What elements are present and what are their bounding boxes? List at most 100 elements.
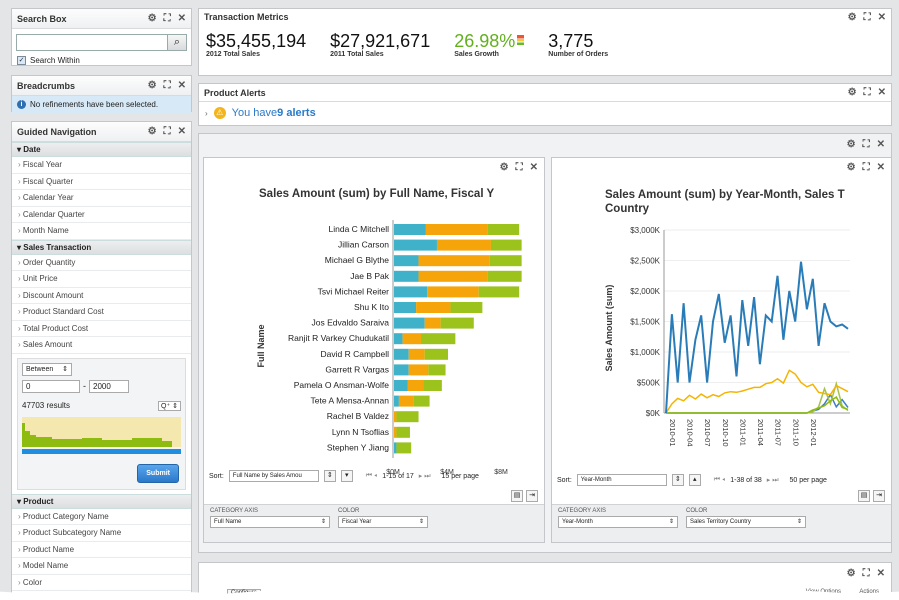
close-icon[interactable]: ✕: [178, 80, 186, 91]
range-from-input[interactable]: 0: [22, 379, 80, 393]
gear-icon[interactable]: ⚙: [148, 126, 157, 137]
alerts-row[interactable]: › ⚠ You have 9 alerts: [199, 102, 891, 124]
print-icon[interactable]: ▤: [511, 490, 523, 502]
alerts-count-link[interactable]: 9 alerts: [277, 107, 316, 119]
expand-icon[interactable]: ⛶: [863, 139, 870, 150]
metric-value: 3,775: [548, 31, 594, 51]
nav-item-product-name[interactable]: Product Name: [12, 542, 191, 558]
nav-item-fiscal-quarter[interactable]: Fiscal Quarter: [12, 174, 191, 190]
expand-icon[interactable]: ⛶: [863, 162, 870, 173]
expand-icon[interactable]: ⛶: [864, 87, 871, 98]
pager-next-icon[interactable]: ▸ ⏭: [767, 476, 779, 485]
gear-icon[interactable]: ⚙: [148, 13, 157, 24]
gear-icon[interactable]: ⚙: [848, 87, 857, 98]
pager-prev-icon[interactable]: ⏮ ◂: [714, 476, 725, 484]
guided-header: Guided Navigation ⚙ ⛶ ✕: [12, 122, 191, 142]
sort-order-icon[interactable]: ⇕: [323, 470, 336, 482]
gear-icon[interactable]: ⚙: [847, 568, 856, 579]
color-select[interactable]: Sales Territory Country: [686, 516, 806, 528]
nav-item-total-product-cost[interactable]: Total Product Cost: [12, 321, 191, 337]
bar: [394, 395, 399, 407]
category-label: Rachel B Valdez: [327, 411, 389, 421]
sort-direction-icon[interactable]: ▴: [688, 474, 701, 486]
close-icon[interactable]: ✕: [877, 139, 885, 150]
bar: [418, 270, 488, 282]
nav-item-unit-price[interactable]: Unit Price: [12, 271, 191, 288]
search-within-checkbox[interactable]: ✓: [17, 56, 26, 65]
submit-button[interactable]: Submit: [137, 463, 179, 483]
search-input[interactable]: [16, 34, 168, 51]
search-icon[interactable]: ⌕: [168, 34, 187, 51]
nav-item-order-quantity[interactable]: Order Quantity: [12, 255, 191, 271]
range-operator-select[interactable]: Between: [22, 362, 72, 376]
x-tick-label: 2011-01: [738, 419, 747, 446]
nav-item-sales-amount[interactable]: Sales Amount: [12, 337, 191, 354]
y-tick-label: $0K: [646, 409, 661, 418]
sort-select[interactable]: Full Name by Sales Amou: [228, 470, 319, 482]
y-tick-label: $500K: [637, 379, 661, 388]
expand-icon[interactable]: ⛶: [863, 568, 870, 579]
category-axis-select[interactable]: Year-Month: [558, 516, 678, 528]
color-select[interactable]: Fiscal Year: [338, 516, 428, 528]
line-chart-panel: ⚙ ⛶ ✕ Sales Amount (sum) by Year-Month, Sa…: [551, 157, 892, 543]
date-section[interactable]: ▾ Date: [12, 142, 191, 157]
nav-item-calendar-year[interactable]: Calendar Year: [12, 190, 191, 207]
bar: [413, 395, 430, 407]
expand-icon[interactable]: ⛶: [864, 12, 871, 23]
breadcrumbs-message: No refinements have been selected.: [30, 100, 159, 109]
bar: [487, 224, 520, 235]
close-icon[interactable]: ✕: [877, 568, 885, 579]
nav-item-product-subcategory-name[interactable]: Product Subcategory Name: [12, 525, 191, 542]
gear-icon[interactable]: ⚙: [847, 139, 856, 150]
per-page[interactable]: 15 per page: [442, 473, 479, 480]
nav-item-product-category-name[interactable]: Product Category Name: [12, 509, 191, 525]
expand-icon[interactable]: ⛶: [516, 162, 523, 173]
close-icon[interactable]: ✕: [878, 12, 886, 23]
pager-prev-icon[interactable]: ⏮ ◂: [366, 472, 377, 480]
sort-label: Sort:: [557, 476, 572, 484]
range-slider[interactable]: [22, 448, 181, 454]
pager-next-icon[interactable]: ▸ ⏭: [419, 472, 431, 481]
expand-icon[interactable]: ⛶: [164, 80, 171, 91]
range-to-input[interactable]: 2000: [89, 379, 129, 393]
expand-icon[interactable]: ⛶: [164, 126, 171, 137]
bar: [489, 255, 522, 267]
print-icon[interactable]: ▤: [858, 490, 870, 502]
bar: [394, 348, 409, 360]
nav-item-product-standard-cost[interactable]: Product Standard Cost: [12, 304, 191, 321]
close-icon[interactable]: ✕: [178, 126, 186, 137]
close-icon[interactable]: ✕: [878, 87, 886, 98]
bar: [436, 239, 491, 251]
breadcrumbs-header: Breadcrumbs ⚙ ⛶ ✕: [12, 76, 191, 96]
line-footer: CATEGORY AXIS Year-Month COLOR Sales Terri…: [552, 504, 891, 542]
close-icon[interactable]: ✕: [530, 162, 538, 173]
query-icon[interactable]: Q⁺ ⇕: [158, 400, 181, 411]
export-icon[interactable]: ⇥: [873, 490, 885, 502]
nav-item-calendar-quarter[interactable]: Calendar Quarter: [12, 207, 191, 223]
close-icon[interactable]: ✕: [877, 162, 885, 173]
per-page[interactable]: 50 per page: [790, 477, 827, 484]
close-icon[interactable]: ✕: [178, 13, 186, 24]
nav-item-month-name[interactable]: Month Name: [12, 223, 191, 240]
category-axis-select[interactable]: Full Name: [210, 516, 330, 528]
nav-item-fiscal-year[interactable]: Fiscal Year: [12, 157, 191, 174]
bar: [425, 224, 488, 235]
nav-item-color[interactable]: Color: [12, 575, 191, 591]
breadcrumbs-panel: Breadcrumbs ⚙ ⛶ ✕ i No refinements have bee…: [11, 75, 192, 113]
export-icon[interactable]: ⇥: [526, 490, 538, 502]
product-section[interactable]: ▾ Product: [12, 493, 191, 509]
gear-icon[interactable]: ⚙: [847, 162, 856, 173]
gear-icon[interactable]: ⚙: [148, 80, 157, 91]
gear-icon[interactable]: ⚙: [500, 162, 509, 173]
expand-icon[interactable]: ⛶: [164, 13, 171, 24]
sales-section[interactable]: ▾ Sales Transaction: [12, 239, 191, 255]
nav-item-discount-amount[interactable]: Discount Amount: [12, 288, 191, 304]
bar: [394, 286, 428, 298]
bar: [396, 426, 410, 438]
gear-icon[interactable]: ⚙: [848, 12, 857, 23]
sort-select[interactable]: Year-Month: [576, 474, 667, 486]
nav-item-model-name[interactable]: Model Name: [12, 558, 191, 575]
sort-direction-icon[interactable]: ▾: [340, 470, 353, 482]
category-label: Garrett R Vargas: [325, 364, 389, 374]
sort-order-icon[interactable]: ⇕: [671, 474, 684, 486]
